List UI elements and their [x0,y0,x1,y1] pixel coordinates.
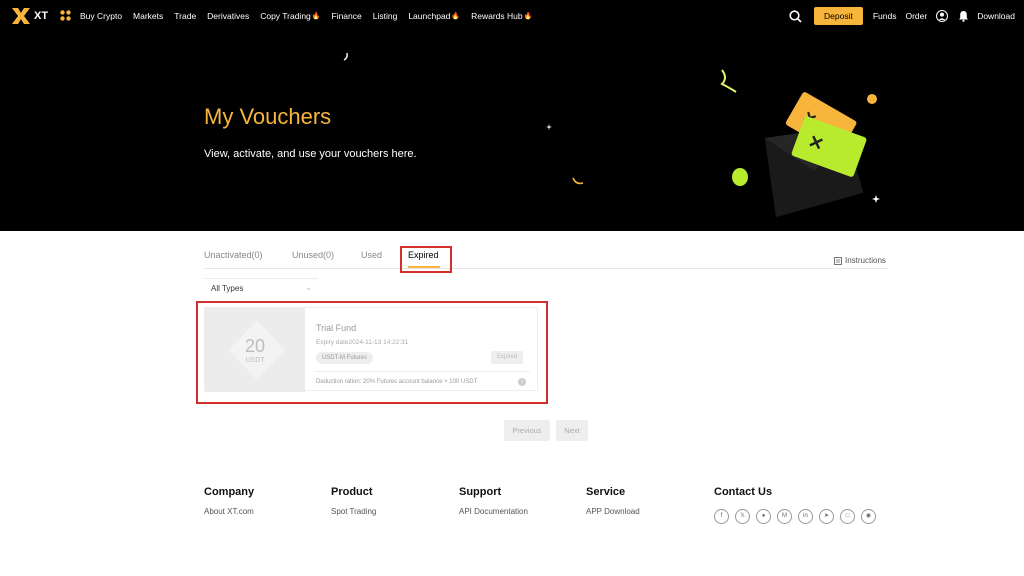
footer-support-title: Support [459,486,502,498]
nav-link-label: Rewards Hub [471,11,523,21]
apps-grid-icon[interactable] [60,10,71,21]
footer-spot-trading-link[interactable]: Spot Trading [331,507,376,516]
voucher-envelope-illustration: ✕ ✕ [720,69,880,218]
instagram-icon[interactable]: □ [840,509,855,524]
nav-link-label: Copy Trading [260,11,311,21]
xt-logo-icon [12,8,30,24]
nav-links: Buy Crypto Markets Trade Derivatives Copy Tr… [80,0,543,32]
nav-link-copy-trading[interactable]: Copy Trading 🔥 [260,11,320,21]
expired-tab-highlight-box [400,246,452,273]
document-icon [834,256,842,265]
search-icon[interactable] [789,9,802,23]
footer-support: Support API Documentation [459,486,528,516]
linkedin-icon[interactable]: in [798,509,813,524]
footer-contact-title: Contact Us [714,486,773,498]
bell-icon[interactable] [958,10,969,22]
medium-icon[interactable]: M [777,509,792,524]
xt-logo[interactable]: XT [11,7,48,25]
nav-link-rewards-hub[interactable]: Rewards Hub 🔥 [471,11,532,21]
voucher-type-selected: All Types [211,284,244,293]
voucher-highlight-box [196,301,548,404]
footer-service: Service APP Download [586,486,640,516]
nav-link-label: Buy Crypto [80,11,123,21]
fire-icon: 🔥 [451,13,461,20]
nav-link-label: Trade [174,11,197,21]
nav-link-derivatives[interactable]: Derivatives [207,11,249,21]
tab-unactivated[interactable]: Unactivated(0) [204,250,263,260]
confetti-icon [572,177,584,185]
footer-company-title: Company [204,486,255,498]
reddit-icon[interactable]: ● [756,509,771,524]
voucher-tabs: Unactivated(0) Unused(0) Used Expired [204,244,888,269]
telegram-icon[interactable]: ➤ [819,509,834,524]
hero-banner: My Vouchers View, activate, and use your… [0,32,1024,231]
nav-link-buy-crypto[interactable]: Buy Crypto [80,11,122,21]
chevron-down-icon: ⌄ [305,283,312,292]
tab-unused[interactable]: Unused(0) [292,250,334,260]
voucher-type-select[interactable]: All Types ⌄ [204,278,318,296]
footer-api-docs-link[interactable]: API Documentation [459,507,528,516]
page-title: My Vouchers [204,104,332,129]
top-navbar: XT Buy Crypto Markets Trade Derivatives Copy… [0,0,1024,32]
order-link[interactable]: Order [905,11,927,21]
instructions-link[interactable]: Instructions [834,256,886,265]
nav-link-label: Derivatives [207,11,250,21]
footer-app-download-link[interactable]: APP Download [586,507,640,516]
nav-link-label: Launchpad [408,11,451,21]
nav-link-label: Markets [133,11,164,21]
sparkle-icon [546,124,552,130]
user-avatar-icon[interactable] [936,10,949,22]
logo-text: XT [34,10,49,22]
previous-page-button[interactable]: Previous [504,420,550,441]
footer-service-title: Service [586,486,626,498]
confetti-icon [343,52,348,61]
instructions-label: Instructions [845,256,886,265]
funds-link[interactable]: Funds [873,11,897,21]
nav-link-listing[interactable]: Listing [373,11,398,21]
footer-product: Product Spot Trading [331,486,376,516]
nav-link-trade[interactable]: Trade [174,11,196,21]
nav-link-markets[interactable]: Markets [133,11,163,21]
facebook-icon[interactable]: f [714,509,729,524]
footer-about-link[interactable]: About XT.com [204,507,254,516]
nav-link-label: Finance [331,11,362,21]
fire-icon: 🔥 [523,13,533,20]
discord-icon[interactable]: ◉ [861,509,876,524]
tab-used[interactable]: Used [361,250,382,260]
page-subtitle: View, activate, and use your vouchers he… [204,148,417,160]
nav-link-launchpad[interactable]: Launchpad 🔥 [408,11,460,21]
download-link[interactable]: Download [977,11,1015,21]
footer-product-title: Product [331,486,373,498]
x-icon[interactable]: 𝕏 [735,509,750,524]
nav-link-label: Listing [372,11,398,21]
deposit-button[interactable]: Deposit [814,7,863,25]
nav-link-finance[interactable]: Finance [332,11,362,21]
next-page-button[interactable]: Next [556,420,588,441]
footer-contact: Contact Us [714,486,772,498]
nav-right: Deposit Funds Order Download [789,0,1024,32]
footer-company: Company About XT.com [204,486,254,516]
social-icons: f 𝕏 ● M in ➤ □ ◉ [714,509,882,524]
fire-icon: 🔥 [311,13,321,20]
